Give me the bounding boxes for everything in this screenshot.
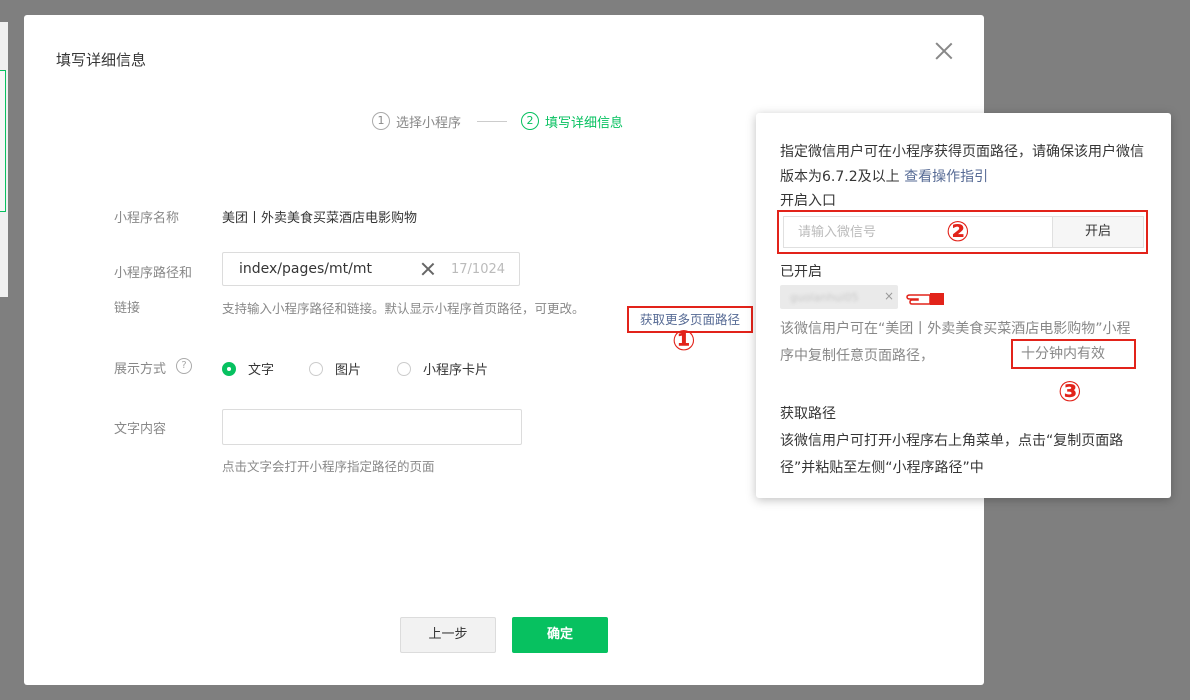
radio-dot: [222, 361, 236, 376]
opened-user-tag: guolanhui05 ×: [780, 285, 898, 309]
pointing-hand-icon: [906, 293, 944, 305]
text-content-input[interactable]: [222, 409, 522, 445]
step-select-app: 1 选择小程序: [372, 112, 461, 131]
text-hint: 点击文字会打开小程序指定路径的页面: [222, 459, 435, 474]
step-indicator: 1 选择小程序 2 填写详细信息: [372, 110, 623, 132]
step-number: 1: [372, 112, 390, 130]
close-icon[interactable]: [932, 39, 956, 63]
annotation-one: ①: [672, 324, 696, 357]
get-path-title: 获取路径: [780, 406, 836, 422]
path-hint: 支持输入小程序路径和链接。默认显示小程序首页路径，可更改。: [222, 301, 585, 316]
radio-label: 文字: [248, 363, 275, 378]
path-input[interactable]: index/pages/mt/mt 17/1024: [222, 252, 520, 286]
dialog-title: 填写详细信息: [56, 51, 147, 69]
path-label-line2: 链接: [114, 301, 141, 316]
get-path-section: 获取路径 该微信用户可打开小程序右上角菜单，点击“复制页面路径”并粘贴至左侧“小…: [780, 401, 1150, 482]
wechat-id-input[interactable]: [783, 216, 1053, 248]
tag-close-icon[interactable]: ×: [884, 289, 894, 303]
radio-text[interactable]: 文字: [222, 359, 274, 378]
radio-dot: [309, 361, 323, 376]
guide-link[interactable]: 查看操作指引: [904, 169, 988, 185]
radio-label: 小程序卡片: [423, 363, 489, 378]
display-mode-label: 展示方式: [114, 362, 167, 377]
app-name-value: 美团丨外卖美食买菜酒店电影购物: [222, 211, 418, 226]
step-fill-details: 2 填写详细信息: [521, 112, 623, 131]
popover-description: 指定微信用户可在小程序获得页面路径，请确保该用户微信版本为6.7.2及以上 查看…: [780, 140, 1150, 190]
path-input-value: index/pages/mt/mt: [239, 261, 372, 277]
entry-title: 开启入口: [780, 193, 836, 209]
radio-dot: [397, 361, 411, 376]
help-icon[interactable]: ?: [176, 358, 192, 374]
step-label: 选择小程序: [396, 115, 462, 131]
app-name-label: 小程序名称: [114, 211, 180, 226]
open-button[interactable]: 开启: [1052, 216, 1144, 248]
step-label: 填写详细信息: [545, 115, 624, 131]
get-path-description: 该微信用户可打开小程序右上角菜单，点击“复制页面路径”并粘贴至左侧“小程序路径”…: [780, 433, 1124, 476]
char-counter: 17/1024: [451, 262, 506, 277]
prev-step-button[interactable]: 上一步: [400, 617, 496, 653]
background-selected-card: [0, 70, 6, 212]
confirm-button[interactable]: 确定: [512, 617, 608, 653]
path-helper-popover: 指定微信用户可在小程序获得页面路径，请确保该用户微信版本为6.7.2及以上 查看…: [756, 113, 1171, 498]
radio-label: 图片: [335, 363, 362, 378]
step-divider: [477, 120, 508, 122]
path-label-line1: 小程序路径和: [114, 266, 193, 281]
radio-image[interactable]: 图片: [309, 359, 361, 378]
annotation-two: ②: [946, 215, 970, 248]
text-content-label: 文字内容: [114, 422, 167, 437]
opened-user-name: guolanhui05: [790, 291, 859, 304]
opened-title: 已开启: [780, 264, 822, 280]
step-number: 2: [521, 112, 540, 130]
radio-card[interactable]: 小程序卡片: [397, 359, 488, 378]
clear-icon[interactable]: [421, 262, 435, 276]
valid-duration-text: 十分钟内有效: [1011, 339, 1136, 369]
